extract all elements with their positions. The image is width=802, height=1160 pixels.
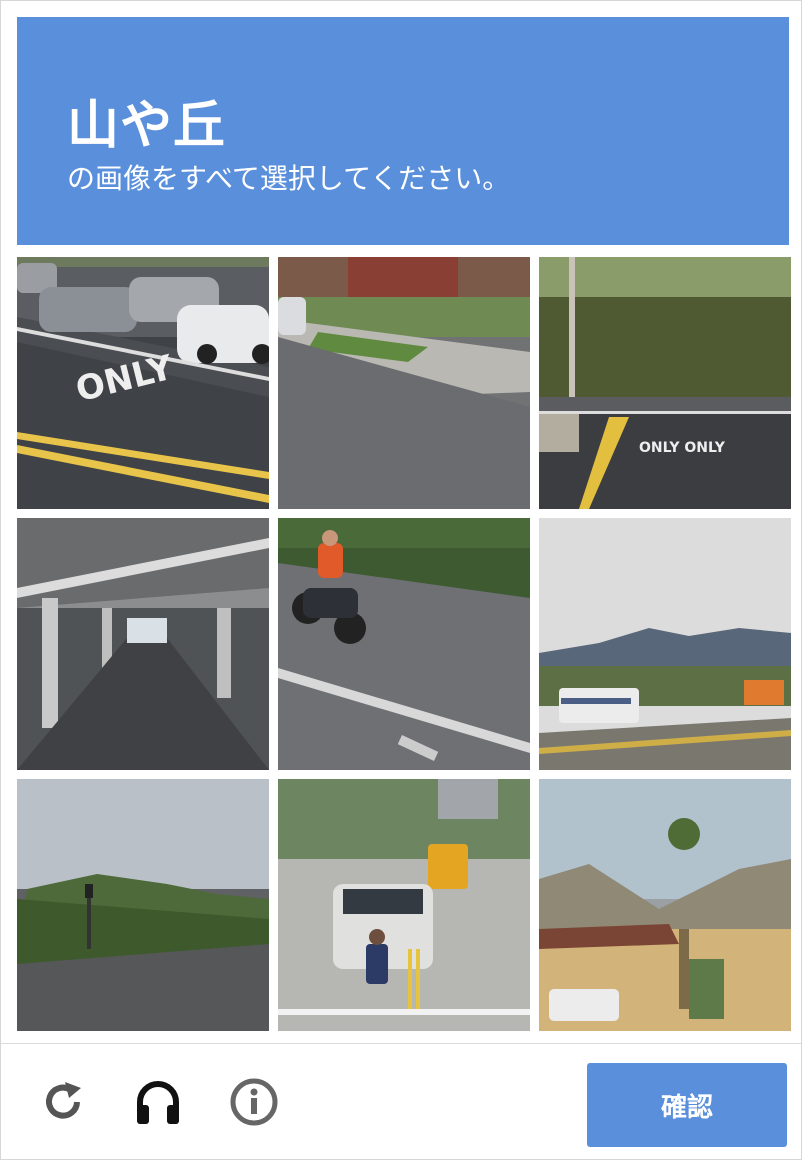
image-tile-1[interactable]: ONLY (17, 257, 269, 509)
reload-icon[interactable] (39, 1078, 87, 1126)
image-tile-3[interactable]: ONLY ONLY (539, 257, 791, 509)
image-tile-7[interactable] (17, 779, 269, 1031)
image-tile-8[interactable] (278, 779, 530, 1031)
image-grid: ONLY ONLY ONLY (17, 257, 791, 1031)
image-tile-6[interactable] (539, 518, 791, 770)
challenge-keyword: 山や丘 (67, 96, 227, 156)
image-tile-9[interactable] (539, 779, 791, 1031)
image-tile-4[interactable] (17, 518, 269, 770)
svg-text:ONLY ONLY: ONLY ONLY (639, 440, 726, 456)
challenge-header: 山や丘 の画像をすべて選択してください。 (17, 17, 789, 245)
challenge-instruction: の画像をすべて選択してください。 (67, 162, 511, 195)
headphones-icon[interactable] (134, 1078, 182, 1126)
verify-button[interactable]: 確認 (587, 1063, 787, 1147)
captcha-frame: 山や丘 の画像をすべて選択してください。 ONLY ONLY ONLY 確認 (0, 0, 802, 1160)
image-tile-2[interactable] (278, 257, 530, 509)
info-icon[interactable] (230, 1078, 278, 1126)
footer: 確認 (1, 1044, 801, 1159)
image-tile-5[interactable] (278, 518, 530, 770)
